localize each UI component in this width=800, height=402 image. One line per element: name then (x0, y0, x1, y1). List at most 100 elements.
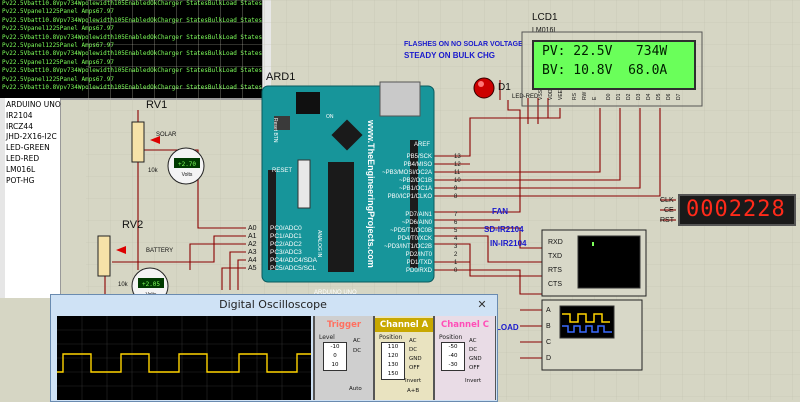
pin-label: PD2/INT0 (406, 252, 433, 258)
parts-list-scrollbar[interactable] (0, 98, 5, 298)
channel-a-header: Channel A (375, 318, 433, 332)
channel-a-sum-button[interactable]: A+B (407, 388, 419, 394)
pin-number: 11 (454, 170, 461, 176)
pin-name: A2 (248, 241, 257, 248)
channel-a-off-button[interactable]: OFF (409, 365, 420, 371)
parts-list-item[interactable]: ARDUINO UNO (0, 100, 61, 111)
lcd-line-1: PV: 22.5V 734W (542, 44, 668, 59)
led-part: LED-RED (512, 94, 539, 100)
rv2-label: RV2 (122, 219, 143, 231)
pin-label: ~PD5/T1/OC0B (390, 228, 432, 234)
channel-c-ac-button[interactable]: AC (469, 338, 477, 344)
oscilloscope-titlebar[interactable]: Digital Oscilloscope (50, 294, 496, 316)
uart-pin: TXD (548, 253, 562, 260)
pin-label: PC0/ADC0 (270, 225, 302, 232)
scale-tick: 110 (387, 344, 399, 350)
parts-list-item[interactable]: IR2104 (0, 111, 60, 122)
lcd-pin: D2 (626, 93, 632, 100)
channel-a-position-scale[interactable]: 110 120 130 150 (381, 342, 405, 380)
position-label: Position (439, 334, 463, 341)
scope-channel: A (546, 307, 551, 314)
pin-label: ~PD6/AIN0 (402, 220, 433, 226)
voltmeter-solar[interactable]: +2.70 Volts (167, 147, 205, 185)
parts-list-item[interactable]: POT-HG (0, 176, 60, 187)
pin-label: ~PB2/OC1B (399, 178, 432, 184)
arduino-ref-label: ARD1 (266, 71, 295, 83)
pin-name: A3 (248, 249, 257, 256)
lcd-pin: D0 (606, 93, 612, 100)
aref-pin-label: AREF (414, 142, 430, 148)
virtual-terminal-symbol[interactable]: RXD TXD RTS CTS (541, 229, 647, 297)
parts-list[interactable]: ARDUINO UNO IR2104 IRCZ44 JHD-2X16-I2C L… (0, 98, 61, 298)
oscilloscope-controls: Trigger Level -10 0 10 AC DC Auto Channe… (313, 316, 496, 400)
channel-a-section: Channel A Position 110 120 130 150 AC DC… (375, 316, 433, 400)
lcd-pin: VEE (558, 89, 564, 100)
scale-tick: 10 (331, 362, 339, 368)
trigger-dc-button[interactable]: DC (353, 348, 361, 354)
reset-button-label: Reset BTN (272, 118, 278, 143)
scale-tick: -30 (448, 362, 458, 368)
channel-c-gnd-button[interactable]: GND (469, 356, 482, 362)
oscilloscope-symbol[interactable]: A B C D (541, 299, 643, 371)
scale-tick: -40 (448, 353, 458, 359)
lcd-ref: LCD1 (532, 12, 558, 23)
channel-c-off-button[interactable]: OFF (469, 365, 480, 371)
lcd-line-2: BV: 10.8V 68.0A (542, 63, 668, 78)
pin-label: PC4/ADC4/SDA (270, 257, 318, 264)
pin-label: PB0/ICP1/CLKO (388, 194, 433, 200)
channel-a-gnd-button[interactable]: GND (409, 356, 422, 362)
position-label: Position (379, 334, 403, 341)
pin-label: PC1/ADC1 (270, 233, 302, 240)
channel-c-position-scale[interactable]: -50 -40 -30 (441, 342, 465, 371)
voltmeter-unit: Volts (182, 172, 193, 178)
seven-segment-counter: 0002228 (678, 194, 796, 226)
lcd-pin: D4 (646, 93, 652, 100)
annotation-note: FLASHES ON NO SOLAR VOLTAGE (404, 41, 523, 48)
lcd-pin: D7 (676, 93, 682, 100)
trigger-auto-button[interactable]: Auto (349, 386, 362, 392)
channel-c-dc-button[interactable]: DC (469, 347, 477, 353)
counter-value: 0002228 (686, 197, 786, 222)
counter-pin: CE (664, 207, 674, 214)
pin-name: A0 (248, 225, 257, 232)
parts-list-item[interactable]: JHD-2X16-I2C (0, 132, 60, 143)
lcd-display: PV: 22.5V 734W BV: 10.8V 68.0A (532, 40, 696, 90)
pin-label: PB4/MISO (404, 162, 433, 168)
lcd-pin: D3 (636, 93, 642, 100)
rv1-label: RV1 (146, 99, 167, 111)
oscilloscope-screen (57, 316, 311, 400)
pin-label: ~PD3/INT1/OC2B (384, 244, 432, 250)
pin-name: A5 (248, 265, 257, 272)
parts-list-item[interactable]: IRCZ44 (0, 122, 60, 133)
oscilloscope-title: Digital Oscilloscope (219, 298, 327, 311)
channel-c-invert-button[interactable]: Invert (465, 378, 481, 384)
trigger-section: Trigger Level -10 0 10 AC DC Auto (315, 316, 373, 400)
trigger-ac-button[interactable]: AC (353, 338, 361, 344)
voltmeter-battery-readout: +2.05 (142, 281, 160, 288)
close-icon[interactable]: ✕ (474, 298, 490, 312)
lcd-part: LM016L (532, 27, 557, 34)
lcd-pin: RW (582, 91, 588, 100)
uart-pin: RTS (548, 267, 562, 274)
parts-list-item[interactable]: LED-RED (0, 154, 60, 165)
parts-list-item[interactable]: LM016L (0, 165, 60, 176)
scope-channel: C (546, 339, 551, 346)
pin-number: 10 (454, 178, 461, 184)
channel-c-header: Channel C (440, 320, 489, 330)
brand-text: www.TheEngineeringProjects.com (366, 119, 376, 268)
pin-number: 12 (454, 162, 461, 168)
on-label: ON (326, 114, 334, 120)
scope-channel: D (546, 355, 551, 362)
channel-a-ac-button[interactable]: AC (409, 338, 417, 344)
pin-label: PC3/ADC3 (270, 249, 302, 256)
level-scale[interactable]: -10 0 10 (323, 342, 347, 371)
scope-channel: B (546, 323, 551, 330)
voltmeter-solar-readout: +2.70 (178, 161, 196, 168)
analog-in-label: ANALOG IN (316, 230, 322, 258)
channel-a-trace (57, 353, 311, 373)
channel-c-section: Channel C Position -50 -40 -30 AC DC GND… (435, 316, 495, 400)
channel-a-invert-button[interactable]: Invert (405, 378, 421, 384)
parts-list-item[interactable]: LED-GREEN (0, 143, 60, 154)
battery-label: BATTERY (146, 248, 173, 254)
channel-a-dc-button[interactable]: DC (409, 347, 417, 353)
